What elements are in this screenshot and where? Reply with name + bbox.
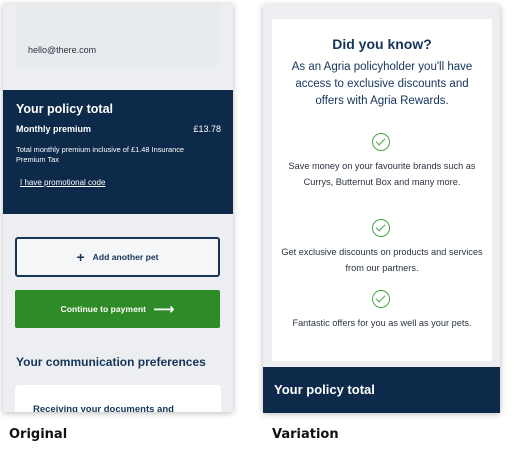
email-card: hello@there.com [15,4,221,66]
check-circle-icon [372,133,390,151]
monthly-premium-value: £13.78 [193,124,221,134]
plus-icon: + [76,249,85,265]
policy-total-section: Your policy total [263,367,500,413]
variation-screenshot: Did you know? As an Agria policyholder y… [263,5,500,413]
benefit-item: Save money on your favourite brands such… [288,161,476,187]
check-circle-icon [372,219,390,237]
benefit-item: Fantastic offers for you as well as your… [292,318,472,328]
benefit-item: Get exclusive discounts on products and … [281,247,483,273]
agria-rewards-intro: As an Agria policyholder you'll have acc… [291,61,473,107]
check-circle-icon [372,290,390,308]
policy-total-title: Your policy total [16,102,113,116]
monthly-premium-label: Monthly premium [16,124,92,134]
premium-tax-note: Total monthly premium inclusive of £1.48… [16,145,185,164]
policy-total-section: Your policy total Monthly premium £13.78… [3,90,233,214]
original-caption: Original [9,427,68,442]
arrow-right-icon: ⟶ [152,300,175,318]
continue-to-payment-button[interactable]: Continue to payment ⟶ [15,290,220,328]
email-value: hello@there.com [28,45,97,55]
variation-caption: Variation [272,427,339,442]
add-another-pet-label: Add another pet [92,252,159,262]
communication-preferences-title: Your communication preferences [16,355,206,369]
continue-to-payment-label: Continue to payment [60,304,146,314]
documents-card-title: Receiving your documents and [33,404,174,412]
original-screenshot: hello@there.com Your policy total Monthl… [3,4,233,412]
did-you-know-title: Did you know? [332,36,432,52]
add-another-pet-button[interactable]: + Add another pet [15,237,220,277]
promotional-code-link[interactable]: I have promotional code [20,178,105,187]
communication-preferences-card: Receiving your documents and [15,385,221,412]
did-you-know-card: Did you know? As an Agria policyholder y… [272,19,492,361]
policy-total-title: Your policy total [274,382,375,397]
